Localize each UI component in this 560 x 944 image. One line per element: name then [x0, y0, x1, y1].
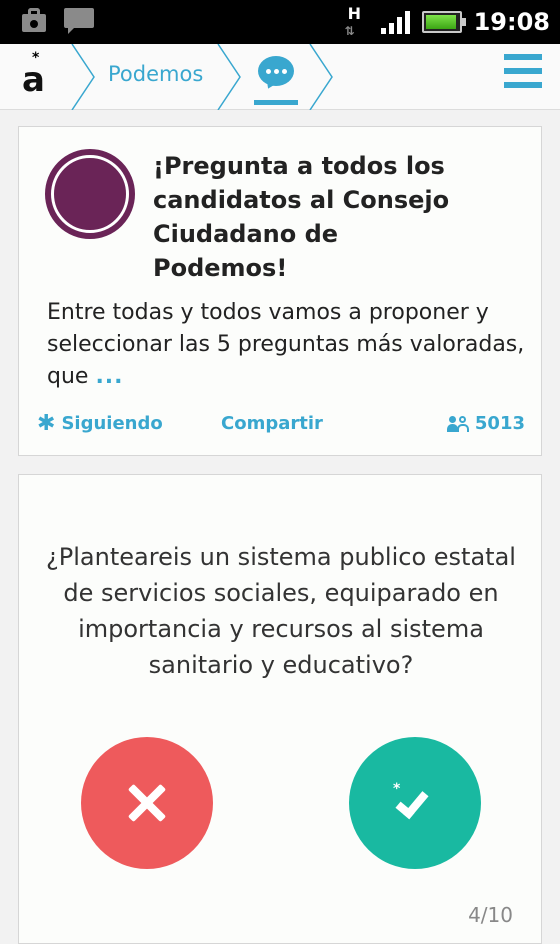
breadcrumb-podemos[interactable]: Podemos — [108, 62, 204, 86]
participants-value: 5013 — [474, 413, 525, 434]
campaign-card: ¡Pregunta a todos los candidatos al Cons… — [18, 126, 542, 456]
campaign-title: ¡Pregunta a todos los candidatos al Cons… — [153, 152, 450, 282]
app-logo[interactable]: * a — [22, 50, 52, 104]
question-progress: 4/10 — [468, 903, 513, 927]
follow-button[interactable]: ✱ Siguiendo — [37, 410, 163, 436]
clock: 19:08 — [473, 8, 550, 36]
share-label: Compartir — [221, 413, 323, 434]
breadcrumb-separator-icon — [217, 44, 241, 110]
network-type: H — [347, 4, 361, 23]
campaign-description: Entre todas y todos vamos a proponer y s… — [47, 297, 527, 393]
follow-label: Siguiendo — [61, 413, 163, 434]
check-icon: * — [393, 781, 437, 825]
breadcrumb-separator-icon — [309, 44, 333, 110]
question-text: ¿Planteareis un sistema publico estatal … — [46, 543, 516, 679]
active-tab-indicator — [254, 100, 298, 105]
message-icon — [64, 6, 94, 34]
app-header: * a Podemos — [0, 44, 560, 110]
logo-letter: a — [22, 60, 45, 100]
read-more-link[interactable]: ... — [95, 364, 123, 389]
notification-icons — [20, 6, 94, 34]
bottom-edge — [0, 866, 18, 934]
hamburger-menu-icon[interactable] — [504, 54, 542, 88]
status-bar: H ⇅ 19:08 — [0, 0, 560, 44]
agree-button[interactable]: * — [349, 737, 481, 869]
tab-questions[interactable] — [256, 56, 296, 102]
signal-icon — [380, 10, 410, 34]
people-icon — [446, 415, 469, 433]
disagree-button[interactable] — [81, 737, 213, 869]
star-icon: ✱ — [37, 410, 56, 436]
system-icons: H ⇅ 19:08 — [343, 0, 550, 44]
card-actions: ✱ Siguiendo Compartir 5013 — [37, 410, 525, 439]
question-card: ¿Planteareis un sistema publico estatal … — [18, 474, 542, 944]
share-button[interactable]: Compartir — [221, 413, 323, 434]
battery-icon — [421, 11, 466, 33]
shopping-bag-icon — [20, 6, 48, 34]
close-icon — [128, 784, 166, 822]
campaign-avatar — [45, 149, 135, 239]
breadcrumb-separator-icon — [71, 44, 95, 110]
participants-count[interactable]: 5013 — [446, 413, 525, 434]
network-arrows-icon: H ⇅ — [344, 4, 361, 38]
